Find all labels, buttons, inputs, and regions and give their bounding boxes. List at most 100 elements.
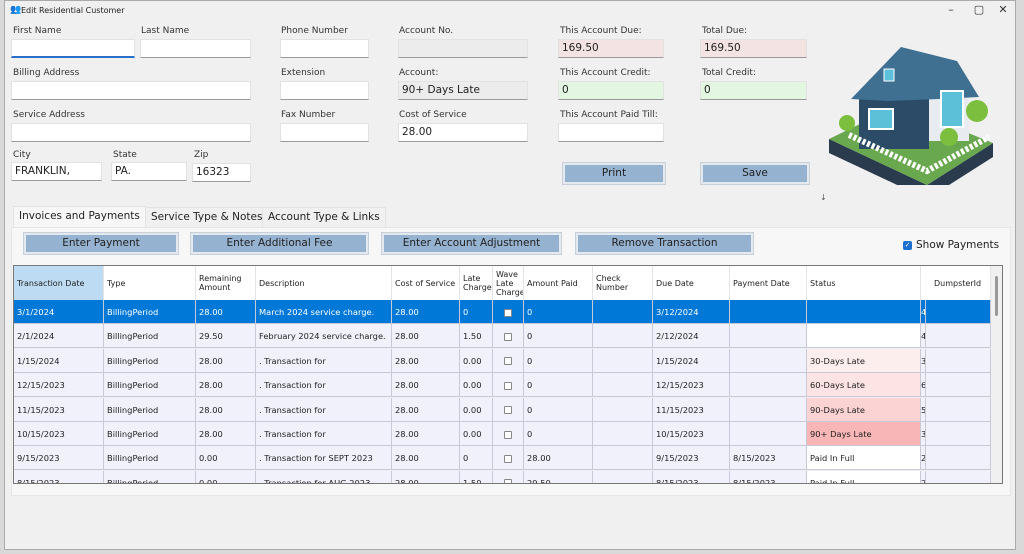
column-header-due-date[interactable]: Due Date — [653, 266, 730, 300]
tab-invoices-and-payments[interactable]: Invoices and Payments — [13, 206, 146, 227]
state-input[interactable]: PA. — [111, 162, 187, 181]
cell-due-date: 9/15/2023 — [653, 446, 730, 471]
cell-check-number — [593, 422, 653, 446]
this-account-due-label: This Account Due: — [560, 26, 642, 36]
column-header-amount-paid[interactable]: Amount Paid — [524, 266, 593, 300]
column-header-dumpster-id[interactable]: DumpsterId — [931, 266, 991, 300]
total-due-field: 169.50 — [700, 39, 807, 58]
cell-wave-late-charge[interactable] — [493, 348, 524, 373]
print-button[interactable]: Print — [562, 162, 666, 185]
column-header-cost-of-service[interactable]: Cost of Service — [392, 266, 460, 300]
wave-late-charge-checkbox[interactable] — [504, 479, 512, 483]
cell-check-number — [593, 397, 653, 422]
cell-transaction-date: 11/15/2023 — [14, 397, 104, 422]
tab-service-type-notes[interactable]: Service Type & Notes — [145, 207, 269, 228]
cell-check-number — [593, 348, 653, 373]
zip-input[interactable]: 16323 — [192, 163, 251, 182]
wave-late-charge-checkbox[interactable] — [504, 430, 512, 439]
wave-late-charge-checkbox[interactable] — [504, 357, 512, 366]
wave-late-charge-checkbox[interactable] — [504, 332, 512, 341]
enter-additional-fee-button[interactable]: Enter Additional Fee — [190, 232, 369, 255]
extension-input[interactable] — [280, 81, 369, 100]
total-credit-field: 0 — [700, 81, 807, 100]
cell-payment-date — [730, 397, 807, 422]
service-address-input[interactable] — [11, 123, 251, 142]
cell-wave-late-charge[interactable] — [493, 397, 524, 422]
column-header-late-charge[interactable]: Late Charge — [460, 266, 493, 300]
cell-description: . Transaction for SEPT 2023 — [256, 446, 392, 471]
house-illustration — [829, 47, 993, 185]
cell-check-number — [593, 373, 653, 398]
cell-cost-of-service: 28.00 — [392, 470, 460, 483]
column-header-check-number[interactable]: Check Number — [593, 266, 653, 300]
show-payments-label: Show Payments — [916, 239, 1000, 251]
cell-payment-date — [730, 324, 807, 349]
show-payments-checkbox[interactable]: ✓ — [903, 241, 912, 250]
city-input[interactable]: FRANKLIN, — [11, 162, 102, 181]
cell-remaining-amount: 28.00 — [196, 373, 256, 398]
cell-wave-late-charge[interactable] — [493, 470, 524, 483]
cost-of-service-input[interactable]: 28.00 — [398, 123, 528, 142]
column-header-payment-date[interactable]: Payment Date — [730, 266, 807, 300]
cell-transaction-date: 10/15/2023 — [14, 422, 104, 446]
cell-amount-paid: 0 — [524, 397, 593, 422]
vertical-scrollbar[interactable] — [990, 266, 1002, 483]
enter-account-adjustment-button[interactable]: Enter Account Adjustment — [381, 232, 562, 255]
this-account-credit-label: This Account Credit: — [560, 68, 651, 78]
enter-payment-button[interactable]: Enter Payment — [23, 232, 179, 255]
last-name-input[interactable] — [140, 39, 251, 58]
cell-wave-late-charge[interactable] — [493, 422, 524, 446]
last-name-label: Last Name — [141, 26, 190, 36]
cell-remaining-amount: 0.00 — [196, 446, 256, 471]
paid-till-input[interactable] — [558, 123, 664, 142]
first-name-input[interactable] — [11, 39, 135, 58]
total-credit-label: Total Credit: — [702, 68, 756, 78]
fax-input[interactable] — [280, 123, 369, 142]
close-button[interactable]: ✕ — [993, 3, 1013, 16]
cell-payment-date — [730, 300, 807, 324]
column-header-wave-late-charge[interactable]: Wave Late Charge — [493, 266, 524, 300]
save-button[interactable]: Save — [700, 162, 810, 185]
wave-late-charge-checkbox[interactable] — [504, 454, 512, 463]
cell-wave-late-charge[interactable] — [493, 373, 524, 398]
minimize-button[interactable]: – — [941, 3, 961, 16]
extension-label: Extension — [281, 68, 326, 78]
wave-late-charge-checkbox[interactable] — [504, 406, 512, 415]
fax-label: Fax Number — [281, 110, 336, 120]
billing-address-label: Billing Address — [13, 68, 80, 78]
wave-late-charge-checkbox[interactable] — [504, 381, 512, 390]
state-label: State — [113, 150, 137, 160]
cell-late-charge: 0.00 — [460, 348, 493, 373]
billing-address-input[interactable] — [11, 81, 251, 100]
cell-type: BillingPeriod — [104, 446, 196, 471]
cell-payment-date: 8/15/2023 — [730, 446, 807, 471]
maximize-button[interactable]: ▢ — [969, 3, 989, 16]
cell-status: 90+ Days Late — [807, 422, 921, 446]
cell-description: . Transaction for AUG 2023 — [256, 470, 392, 483]
column-header-description[interactable]: Description — [256, 266, 392, 300]
transactions-grid[interactable]: Transaction Date Type Remaining Amount Desc… — [13, 265, 1003, 484]
cell-transaction-date: 8/15/2023 — [14, 470, 104, 483]
cell-wave-late-charge[interactable] — [493, 324, 524, 349]
remove-transaction-button[interactable]: Remove Transaction — [575, 232, 754, 255]
cell-cost-of-service: 28.00 — [392, 373, 460, 398]
cell-payment-date — [730, 422, 807, 446]
cell-status — [807, 300, 921, 324]
cell-wave-late-charge[interactable] — [493, 446, 524, 471]
cell-wave-late-charge[interactable] — [493, 300, 524, 324]
cell-payment-date: 8/15/2023 — [730, 470, 807, 483]
users-icon: 👥 — [10, 5, 22, 15]
scrollbar-thumb[interactable] — [995, 276, 998, 316]
column-header-remaining-amount[interactable]: Remaining Amount — [196, 266, 256, 300]
wave-late-charge-checkbox[interactable] — [504, 308, 512, 317]
cell-amount-paid: 0 — [524, 373, 593, 398]
account-status-field: 90+ Days Late — [398, 81, 528, 100]
cell-type: BillingPeriod — [104, 422, 196, 446]
cell-late-charge: 0.00 — [460, 422, 493, 446]
column-header-type[interactable]: Type — [104, 266, 196, 300]
cell-dumpster-id — [931, 470, 991, 483]
column-header-transaction-date[interactable]: Transaction Date — [14, 266, 104, 300]
column-header-status[interactable]: Status — [807, 266, 921, 300]
phone-input[interactable] — [280, 39, 369, 58]
tab-account-type-links[interactable]: Account Type & Links — [262, 207, 386, 228]
